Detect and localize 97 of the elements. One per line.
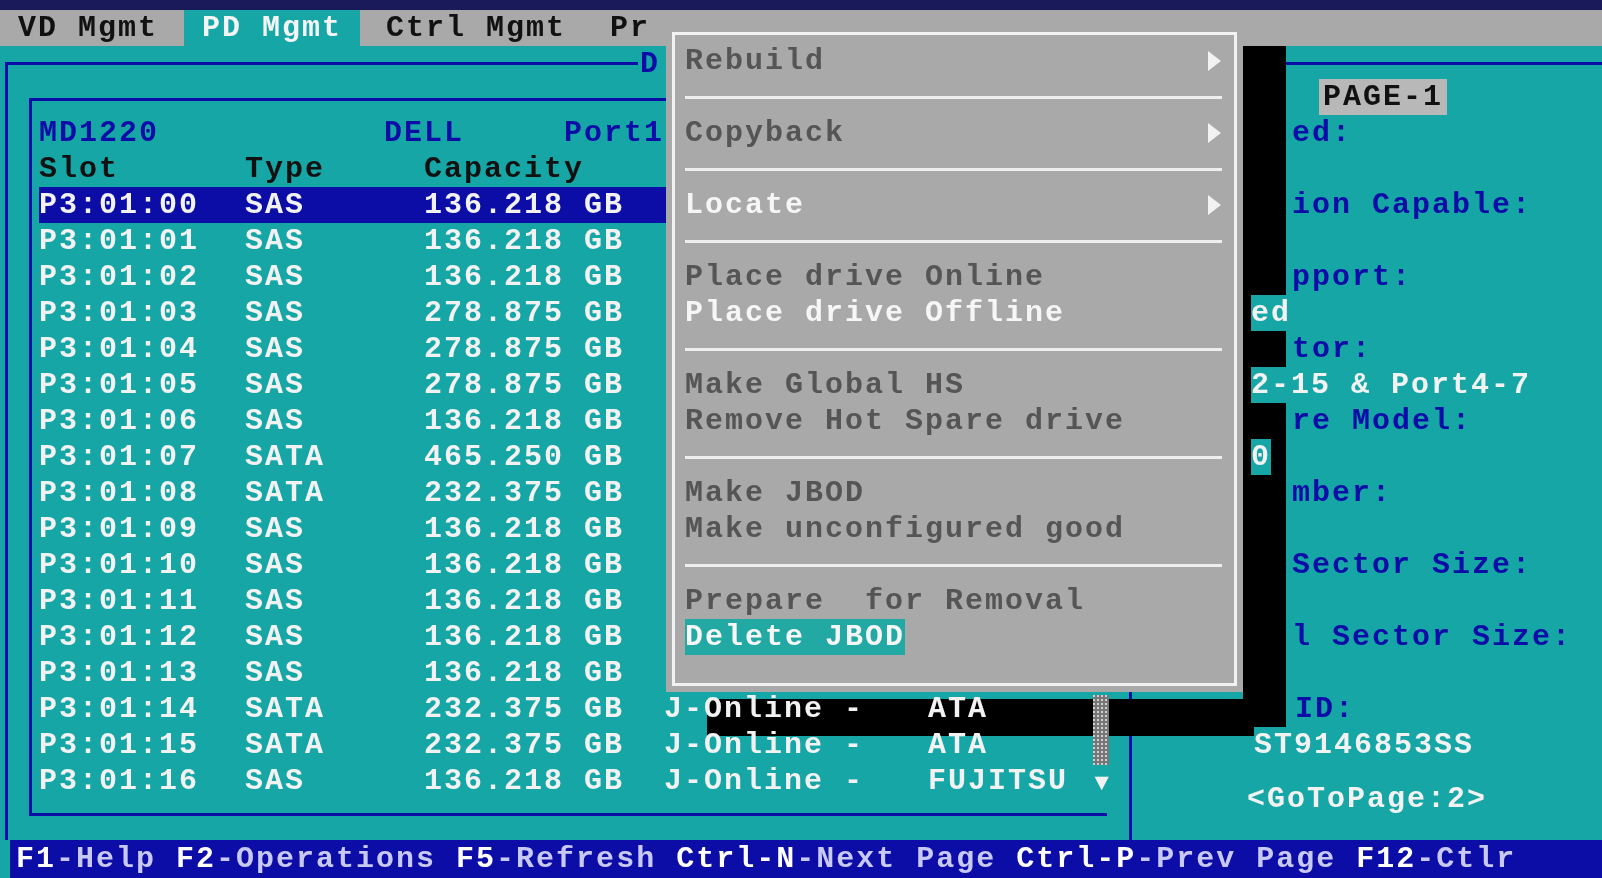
key-hint: F5-Refresh — [456, 841, 657, 877]
capacity-cell: 278.875 GB — [424, 331, 625, 367]
slot-cell: P3:01:00 — [39, 187, 200, 223]
vendor-cell: ATA — [928, 727, 988, 763]
type-cell: SATA — [245, 691, 325, 727]
type-cell: SAS — [245, 259, 305, 295]
capacity-cell: 136.218 GB — [424, 259, 625, 295]
slot-cell: P3:01:07 — [39, 439, 200, 475]
capacity-cell: 136.218 GB — [424, 223, 625, 259]
menu-item[interactable]: Remove Hot Spare drive — [685, 403, 1126, 439]
type-cell: SAS — [245, 295, 305, 331]
column-header: Type — [245, 151, 325, 187]
field-label: ID: — [1295, 691, 1355, 727]
type-cell: SAS — [245, 583, 305, 619]
slot-cell: P3:01:11 — [39, 583, 200, 619]
field-label: re Model: — [1292, 403, 1473, 439]
page-label: PAGE-1 — [1319, 79, 1448, 115]
capacity-cell: 136.218 GB — [424, 655, 625, 691]
field-label: pport: — [1292, 259, 1413, 295]
column-header: Slot — [39, 151, 119, 187]
type-cell: SATA — [245, 727, 325, 763]
scroll-down-glyph[interactable]: ▼ — [1094, 766, 1111, 802]
slot-cell: P3:01:01 — [39, 223, 200, 259]
capacity-cell: 278.875 GB — [424, 295, 625, 331]
type-cell: SAS — [245, 187, 305, 223]
enclosure-port: Port1 — [564, 115, 664, 151]
capacity-cell: 278.875 GB — [424, 367, 625, 403]
slot-cell: P3:01:13 — [39, 655, 200, 691]
type-cell: SATA — [245, 439, 325, 475]
slot-cell: P3:01:08 — [39, 475, 200, 511]
type-cell: SATA — [245, 475, 325, 511]
type-cell: SAS — [245, 511, 305, 547]
slot-cell: P3:01:03 — [39, 295, 200, 331]
type-cell: SAS — [245, 619, 305, 655]
menu-item[interactable]: Rebuild — [685, 43, 826, 79]
scrollbar[interactable] — [1093, 695, 1109, 765]
menu-item[interactable]: Copyback — [685, 115, 846, 151]
type-cell: SAS — [245, 547, 305, 583]
capacity-cell: 136.218 GB — [424, 547, 625, 583]
field-label: tor: — [1292, 331, 1372, 367]
menu-item[interactable]: Make unconfigured good — [685, 511, 1126, 547]
state-cell: J-Online - — [664, 763, 865, 799]
state-cell: J-Online - — [664, 727, 865, 763]
capacity-cell: 136.218 GB — [424, 403, 625, 439]
slot-cell: P3:01:15 — [39, 727, 200, 763]
type-cell: SAS — [245, 655, 305, 691]
slot-cell: P3:01:14 — [39, 691, 200, 727]
key-hint: Ctrl-N-Next Page — [676, 841, 997, 877]
type-cell: SAS — [245, 403, 305, 439]
menu-item[interactable]: Make JBOD — [685, 475, 866, 511]
capacity-cell: 136.218 GB — [424, 511, 625, 547]
key-hint: F2-Operations — [176, 841, 437, 877]
goto-page-link[interactable]: <GoToPage:2> — [1246, 781, 1487, 817]
drive-row[interactable]: P3:01:15 SATA 232.375 GB J-Online - ATA — [39, 727, 1087, 763]
field-label: ion Capable: — [1292, 187, 1533, 223]
menu-item[interactable]: Prepare for Removal — [685, 583, 1086, 619]
key-hint: F1-Help — [16, 841, 157, 877]
enclosure-vendor: DELL — [384, 115, 464, 151]
type-cell: SAS — [245, 223, 305, 259]
field-label: mber: — [1292, 475, 1392, 511]
type-cell: SAS — [245, 331, 305, 367]
vendor-cell: FUJITSU — [928, 763, 1069, 799]
slot-cell: P3:01:16 — [39, 763, 200, 799]
drive-row[interactable]: P3:01:16 SAS 136.218 GB J-Online - FUJITSU — [39, 763, 1087, 799]
capacity-cell: 232.375 GB — [424, 475, 625, 511]
key-hint: Ctrl-P-Prev Page — [1016, 841, 1337, 877]
field-value: 0 — [1251, 439, 1271, 475]
tab[interactable]: PD Mgmt — [184, 10, 361, 46]
menu-item[interactable]: Place drive Online — [685, 259, 1046, 295]
menu-item[interactable]: Make Global HS — [685, 367, 966, 403]
capacity-cell: 232.375 GB — [424, 691, 625, 727]
menu-item[interactable]: Locate — [685, 187, 806, 223]
field-label: Sector Size: — [1292, 547, 1533, 583]
slot-cell: P3:01:04 — [39, 331, 200, 367]
capacity-cell: 465.250 GB — [424, 439, 625, 475]
enclosure-name: MD1220 — [39, 115, 160, 151]
field-label: l Sector Size: — [1292, 619, 1573, 655]
slot-cell: P3:01:06 — [39, 403, 200, 439]
slot-cell: P3:01:10 — [39, 547, 200, 583]
capacity-cell: 136.218 GB — [424, 763, 625, 799]
type-cell: SAS — [245, 763, 305, 799]
slot-cell: P3:01:12 — [39, 619, 200, 655]
vendor-cell: ATA — [928, 691, 988, 727]
type-cell: SAS — [245, 367, 305, 403]
capacity-cell: 136.218 GB — [424, 187, 625, 223]
menu-item[interactable]: Delete JBOD — [685, 619, 906, 655]
slot-cell: P3:01:09 — [39, 511, 200, 547]
column-header: Capacity — [424, 151, 585, 187]
field-label: ed: — [1292, 115, 1352, 151]
capacity-cell: 136.218 GB — [424, 619, 625, 655]
menu-item[interactable]: Place drive Offline — [685, 295, 1066, 331]
frame-title: D — [640, 45, 660, 82]
capacity-cell: 136.218 GB — [424, 583, 625, 619]
slot-cell: P3:01:02 — [39, 259, 200, 295]
capacity-cell: 232.375 GB — [424, 727, 625, 763]
slot-cell: P3:01:05 — [39, 367, 200, 403]
key-hint: F12-Ctlr — [1356, 841, 1517, 877]
